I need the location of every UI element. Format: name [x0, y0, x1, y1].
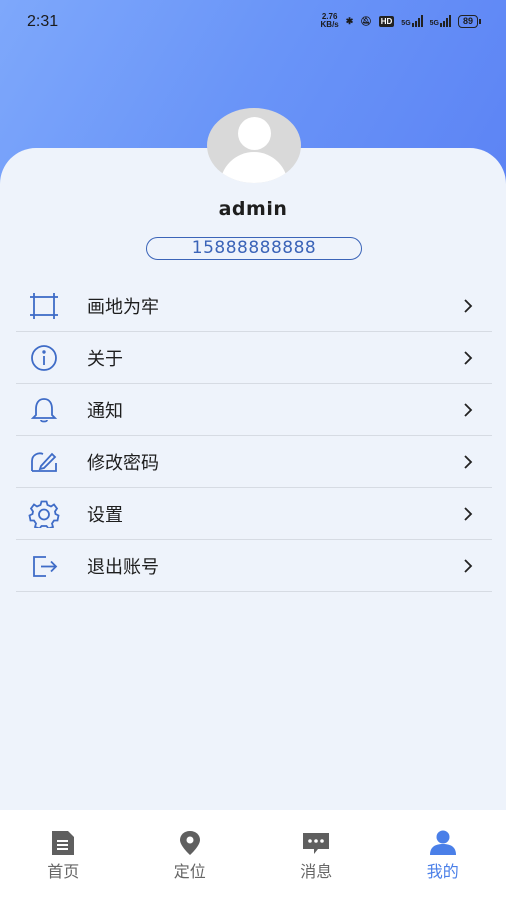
logout-icon	[28, 552, 60, 580]
tab-label: 首页	[47, 862, 80, 881]
chevron-right-icon	[464, 403, 473, 417]
menu-item-label: 画地为牢	[87, 296, 159, 318]
menu-item-notifications[interactable]: 通知	[16, 384, 492, 436]
tab-home[interactable]: 首页	[0, 810, 127, 900]
chevron-right-icon	[464, 507, 473, 521]
battery-icon: 89	[457, 14, 482, 28]
chevron-right-icon	[464, 455, 473, 469]
bluetooth-icon: ✱	[345, 15, 354, 26]
avatar[interactable]	[207, 108, 301, 183]
signal-bars-icon	[439, 15, 451, 27]
gear-icon	[28, 500, 60, 530]
network-speed: 2.76 KB/s	[320, 12, 339, 29]
phone-number: 15888888888	[146, 237, 362, 260]
tab-location[interactable]: 定位	[127, 810, 254, 900]
menu-item-logout[interactable]: 退出账号	[16, 540, 492, 592]
status-time: 2:31	[27, 13, 59, 30]
location-pin-icon	[179, 831, 200, 855]
menu-list: 画地为牢 关于 通知 修改密码 设置 退出账号	[16, 280, 492, 592]
username: admin	[218, 198, 288, 220]
info-icon	[28, 344, 60, 372]
menu-item-label: 退出账号	[87, 556, 159, 578]
tab-label: 我的	[426, 862, 459, 881]
tab-label: 定位	[173, 862, 206, 881]
menu-item-label: 设置	[87, 504, 123, 526]
avatar-head	[238, 117, 271, 150]
tab-messages[interactable]: 消息	[253, 810, 380, 900]
signal-2: 5G	[430, 15, 451, 27]
user-icon	[429, 830, 456, 855]
avatar-body	[220, 152, 288, 183]
menu-item-change-password[interactable]: 修改密码	[16, 436, 492, 488]
edit-password-icon	[28, 448, 60, 476]
message-icon	[303, 833, 330, 854]
tab-label: 消息	[300, 862, 333, 881]
menu-item-settings[interactable]: 设置	[16, 488, 492, 540]
status-bar: 2:31 2.76 KB/s ✱ 🔕︎ HD 5G 5G 89	[0, 0, 506, 44]
hd-badge: HD	[378, 15, 395, 27]
bottom-tab-bar: 首页 定位 消息 我的	[0, 810, 506, 900]
chevron-right-icon	[464, 299, 473, 313]
menu-item-about[interactable]: 关于	[16, 332, 492, 384]
chevron-right-icon	[464, 351, 473, 365]
bell-icon	[28, 396, 60, 424]
signal-1: 5G	[401, 15, 423, 27]
signal-bars-icon	[411, 15, 423, 27]
document-icon	[52, 831, 75, 855]
menu-item-frame[interactable]: 画地为牢	[16, 280, 492, 332]
status-icons: 2.76 KB/s ✱ 🔕︎ HD 5G 5G 89	[320, 12, 482, 29]
menu-item-label: 关于	[87, 348, 123, 370]
mute-icon: 🔕︎	[360, 15, 372, 26]
frame-icon	[28, 292, 60, 320]
menu-item-label: 通知	[87, 400, 123, 422]
menu-item-label: 修改密码	[87, 452, 159, 474]
tab-profile[interactable]: 我的	[380, 810, 506, 900]
chevron-right-icon	[464, 559, 473, 573]
